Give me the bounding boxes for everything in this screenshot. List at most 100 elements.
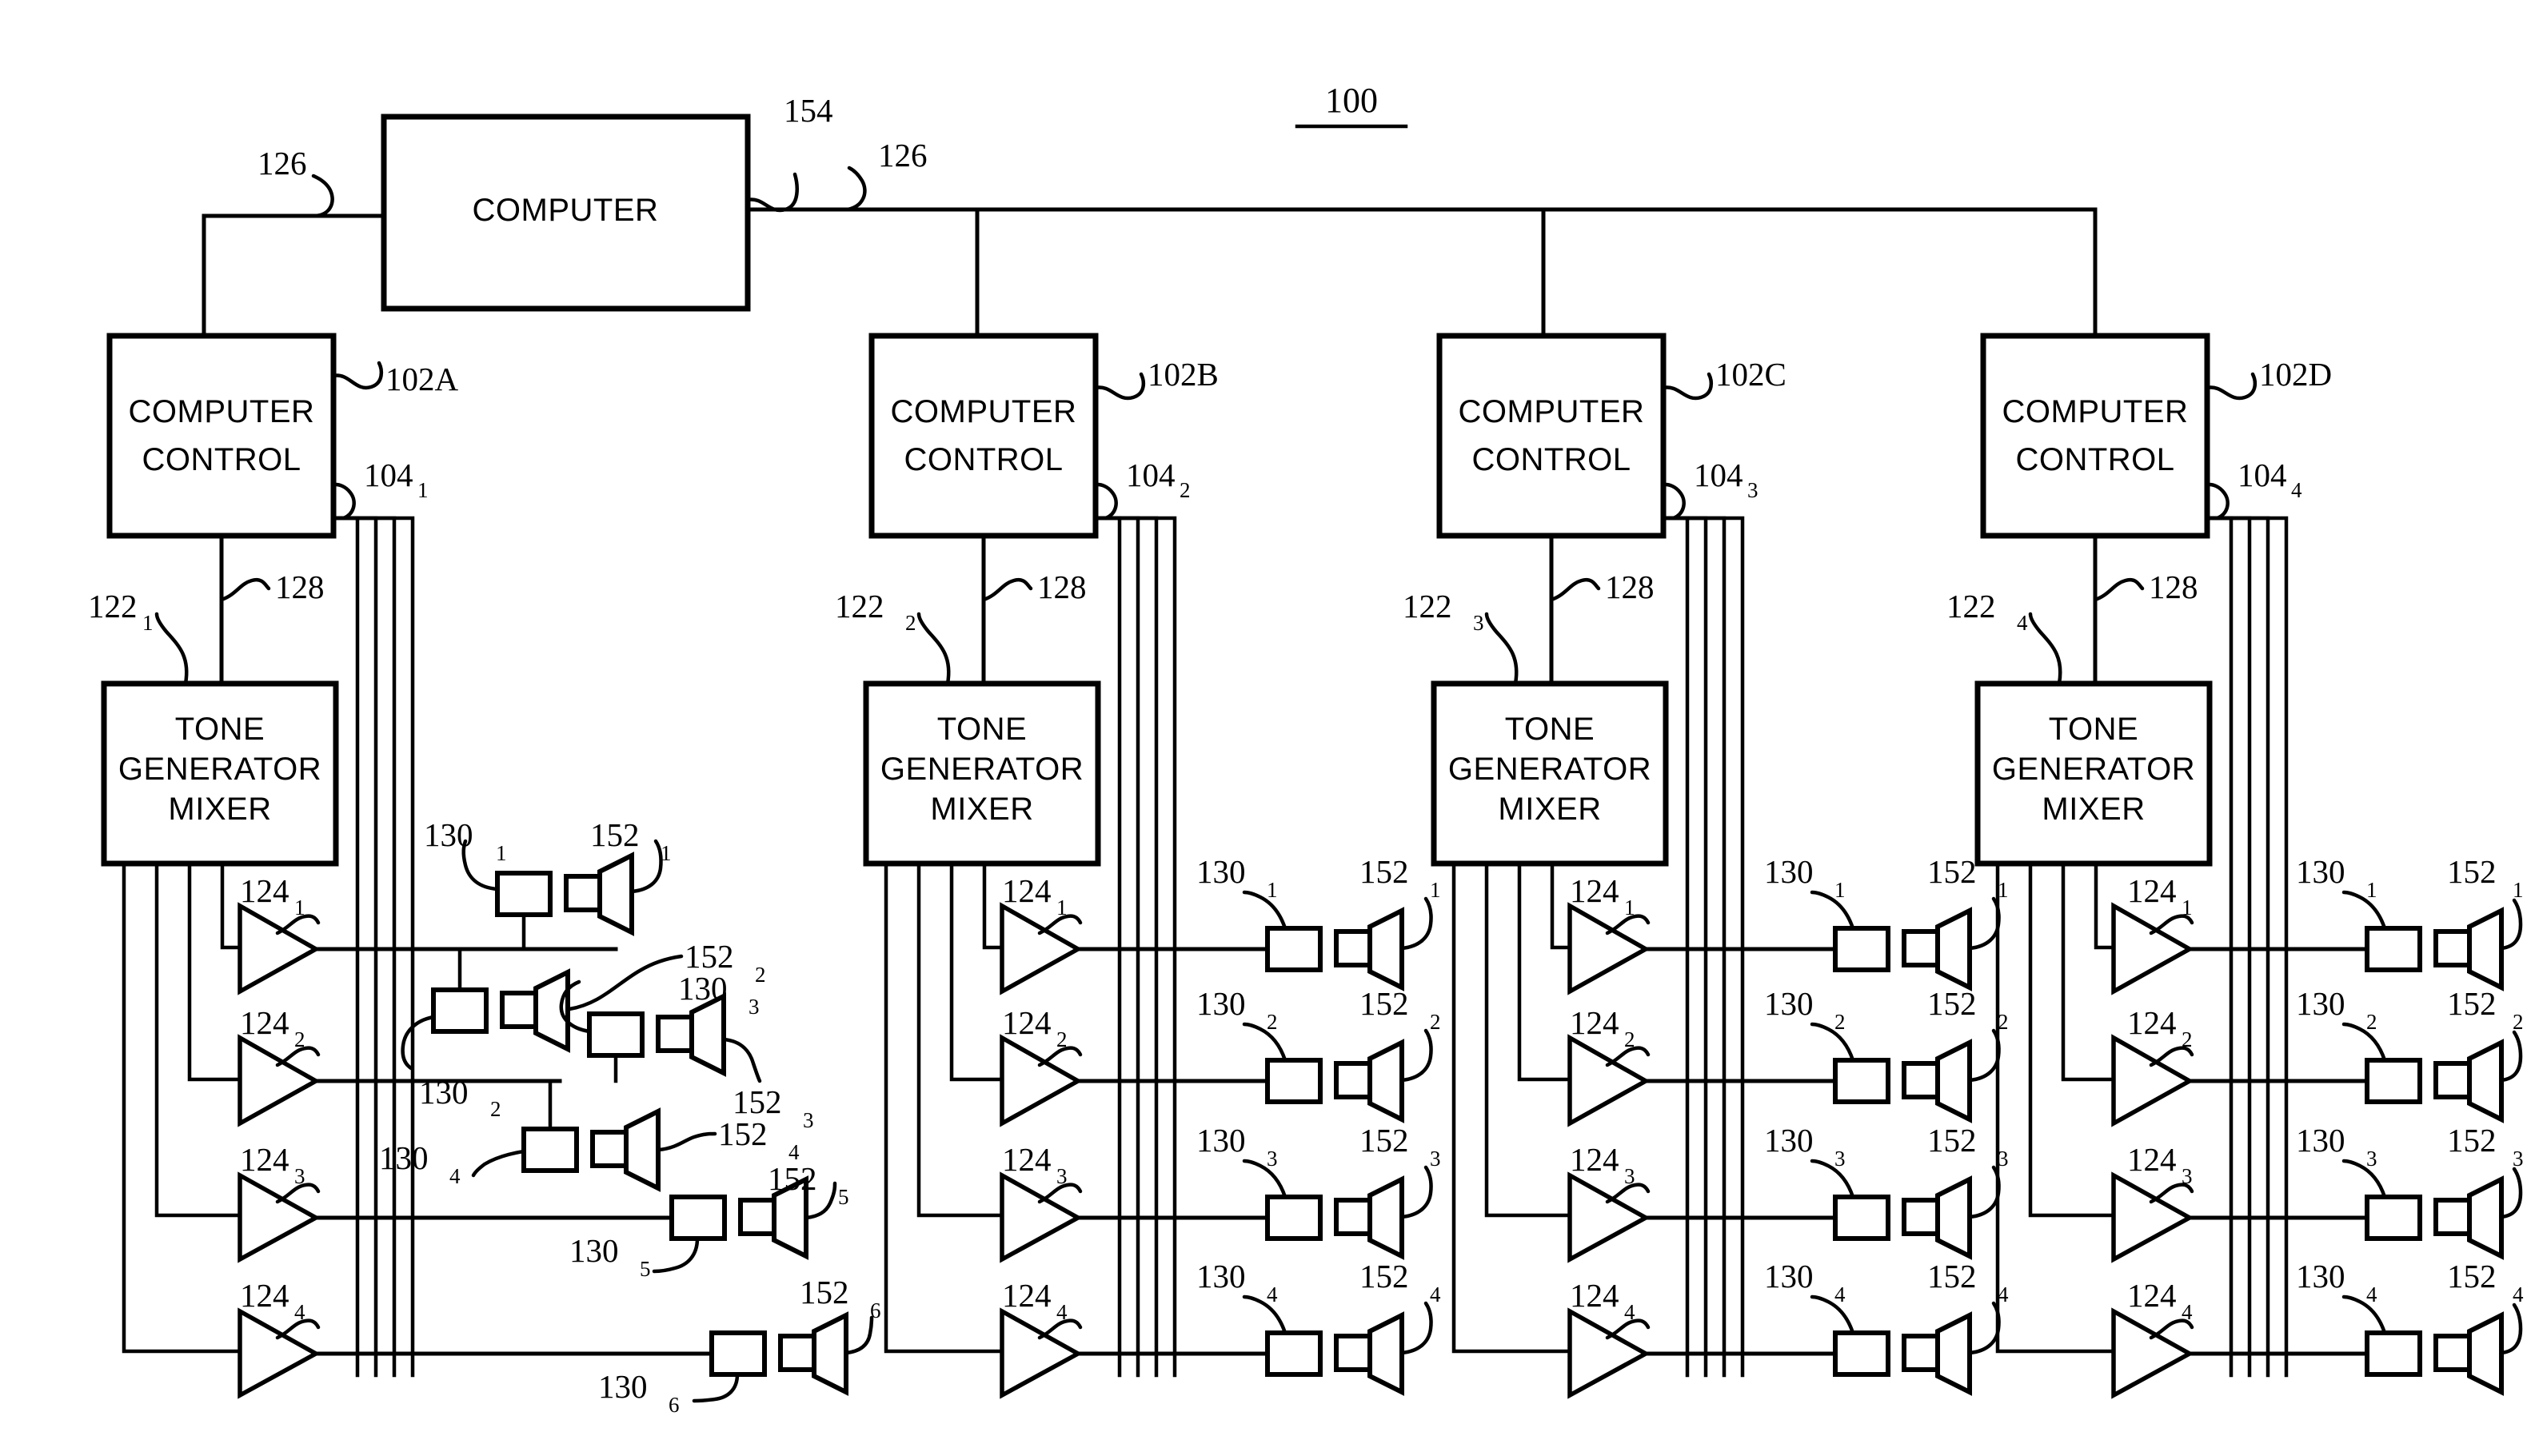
speaker-body-a-2[interactable]: [500, 991, 538, 1029]
amplifier-b-3[interactable]: [1000, 1171, 1270, 1263]
transducer-b-3[interactable]: [1265, 1175, 1404, 1260]
driver-box-c-4[interactable]: [1833, 1330, 1890, 1377]
speaker-cone-b-4[interactable]: [1367, 1311, 1404, 1396]
amplifier-c-4[interactable]: [1567, 1307, 1838, 1399]
speaker-cone-d-1[interactable]: [2467, 907, 2504, 991]
speaker-cone-c-4[interactable]: [1935, 1311, 1972, 1396]
amplifier-d-2[interactable]: [2111, 1034, 2381, 1127]
driver-box-d-2[interactable]: [2365, 1058, 2422, 1104]
speaker-cone-c-1[interactable]: [1935, 907, 1972, 991]
speaker-cone-b-1[interactable]: [1367, 907, 1404, 991]
speaker-body-b-1[interactable]: [1334, 929, 1372, 967]
transducer-c-4[interactable]: [1833, 1311, 1972, 1396]
amplifier-b-4[interactable]: [1000, 1307, 1270, 1399]
speaker-body-c-3[interactable]: [1902, 1198, 1940, 1236]
speaker-cone-c-3[interactable]: [1935, 1175, 1972, 1260]
speaker-body-d-2[interactable]: [2433, 1061, 2472, 1099]
computer-control-box-b[interactable]: [868, 333, 1099, 539]
driver-box-c-1[interactable]: [1833, 926, 1890, 972]
amplifier-c-1[interactable]: [1567, 902, 1838, 995]
speaker-body-a-3[interactable]: [656, 1015, 694, 1053]
speaker-body-b-2[interactable]: [1334, 1061, 1372, 1099]
amp-triangle-d-3[interactable]: [2111, 1171, 2194, 1263]
transducer-c-1[interactable]: [1833, 907, 1972, 991]
tone-generator-mixer-b[interactable]: TONE GENERATOR MIXER: [863, 680, 1101, 867]
transducer-a-1[interactable]: [495, 852, 634, 951]
driver-box-b-4[interactable]: [1265, 1330, 1323, 1377]
speaker-cone-b-2[interactable]: [1367, 1039, 1404, 1123]
computer-control-box-c[interactable]: [1436, 333, 1667, 539]
speaker-body-c-1[interactable]: [1902, 929, 1940, 967]
computer-control-b[interactable]: COMPUTER CONTROL: [868, 333, 1099, 539]
speaker-cone-d-3[interactable]: [2467, 1175, 2504, 1260]
amplifier-d-1[interactable]: [2111, 902, 2381, 995]
amp-triangle-d-2[interactable]: [2111, 1034, 2194, 1127]
speaker-body-d-4[interactable]: [2433, 1334, 2472, 1372]
driver-box-c-2[interactable]: [1833, 1058, 1890, 1104]
computer-control-box-d[interactable]: [1980, 333, 2210, 539]
amplifier-c-3[interactable]: [1567, 1171, 1838, 1263]
speaker-body-d-1[interactable]: [2433, 929, 2472, 967]
tone-generator-mixer-d[interactable]: TONE GENERATOR MIXER: [1974, 680, 2213, 867]
transducer-a-2[interactable]: [431, 947, 570, 1053]
driver-box-a-4[interactable]: [521, 1127, 579, 1173]
amplifier-d-4[interactable]: [2111, 1307, 2381, 1399]
driver-box-a-2[interactable]: [431, 987, 489, 1034]
transducer-d-4[interactable]: [2365, 1311, 2504, 1396]
driver-box-b-3[interactable]: [1265, 1195, 1323, 1241]
amplifier-b-1[interactable]: [1000, 902, 1270, 995]
driver-box-a-1[interactable]: [495, 871, 553, 917]
amplifier-a-2[interactable]: [238, 1034, 562, 1127]
speaker-body-d-3[interactable]: [2433, 1198, 2472, 1236]
transducer-a-6[interactable]: [709, 1311, 848, 1396]
driver-box-d-1[interactable]: [2365, 926, 2422, 972]
transducer-d-2[interactable]: [2365, 1039, 2504, 1123]
speaker-body-a-4[interactable]: [590, 1130, 629, 1168]
transducer-a-4[interactable]: [521, 1079, 661, 1192]
computer-block[interactable]: COMPUTER: [381, 114, 751, 312]
transducer-b-2[interactable]: [1265, 1039, 1404, 1123]
computer-control-d[interactable]: COMPUTER CONTROL: [1980, 333, 2210, 539]
speaker-cone-d-2[interactable]: [2467, 1039, 2504, 1123]
speaker-cone-b-3[interactable]: [1367, 1175, 1404, 1260]
speaker-cone-c-2[interactable]: [1935, 1039, 1972, 1123]
amplifier-b-2[interactable]: [1000, 1034, 1270, 1127]
speaker-body-a-5[interactable]: [738, 1198, 776, 1236]
driver-box-a-5[interactable]: [669, 1195, 727, 1241]
amp-triangle-d-4[interactable]: [2111, 1307, 2194, 1399]
amplifier-c-2[interactable]: [1567, 1034, 1838, 1127]
computer-control-a[interactable]: COMPUTER CONTROL: [106, 333, 337, 539]
speaker-body-a-6[interactable]: [778, 1334, 816, 1372]
computer-control-c[interactable]: COMPUTER CONTROL: [1436, 333, 1667, 539]
transducer-b-4[interactable]: [1265, 1311, 1404, 1396]
computer-control-box-a[interactable]: [106, 333, 337, 539]
speaker-body-b-4[interactable]: [1334, 1334, 1372, 1372]
speaker-cone-a-3[interactable]: [689, 992, 726, 1077]
amp-triangle-d-1[interactable]: [2111, 902, 2194, 995]
driver-box-b-2[interactable]: [1265, 1058, 1323, 1104]
driver-box-a-6[interactable]: [709, 1330, 767, 1377]
driver-box-c-3[interactable]: [1833, 1195, 1890, 1241]
amplifier-d-3[interactable]: [2111, 1171, 2381, 1263]
speaker-cone-d-4[interactable]: [2467, 1311, 2504, 1396]
ref-104-2-sub: 2: [1180, 478, 1191, 502]
tone-generator-mixer-a[interactable]: TONE GENERATOR MIXER: [101, 680, 339, 867]
speaker-cone-a-4[interactable]: [624, 1107, 661, 1192]
speaker-body-c-2[interactable]: [1902, 1061, 1940, 1099]
transducer-c-3[interactable]: [1833, 1175, 1972, 1260]
speaker-cone-a-6[interactable]: [812, 1311, 848, 1396]
speaker-cone-a-1[interactable]: [597, 852, 634, 936]
transducer-d-3[interactable]: [2365, 1175, 2504, 1260]
driver-box-a-3[interactable]: [587, 1011, 645, 1058]
transducer-a-3[interactable]: [587, 992, 726, 1083]
driver-box-d-3[interactable]: [2365, 1195, 2422, 1241]
speaker-body-c-4[interactable]: [1902, 1334, 1940, 1372]
tone-generator-mixer-c[interactable]: TONE GENERATOR MIXER: [1431, 680, 1669, 867]
driver-box-b-1[interactable]: [1265, 926, 1323, 972]
transducer-b-1[interactable]: [1265, 907, 1404, 991]
transducer-c-2[interactable]: [1833, 1039, 1972, 1123]
speaker-body-b-3[interactable]: [1334, 1198, 1372, 1236]
transducer-d-1[interactable]: [2365, 907, 2504, 991]
speaker-body-a-1[interactable]: [564, 874, 602, 912]
driver-box-d-4[interactable]: [2365, 1330, 2422, 1377]
